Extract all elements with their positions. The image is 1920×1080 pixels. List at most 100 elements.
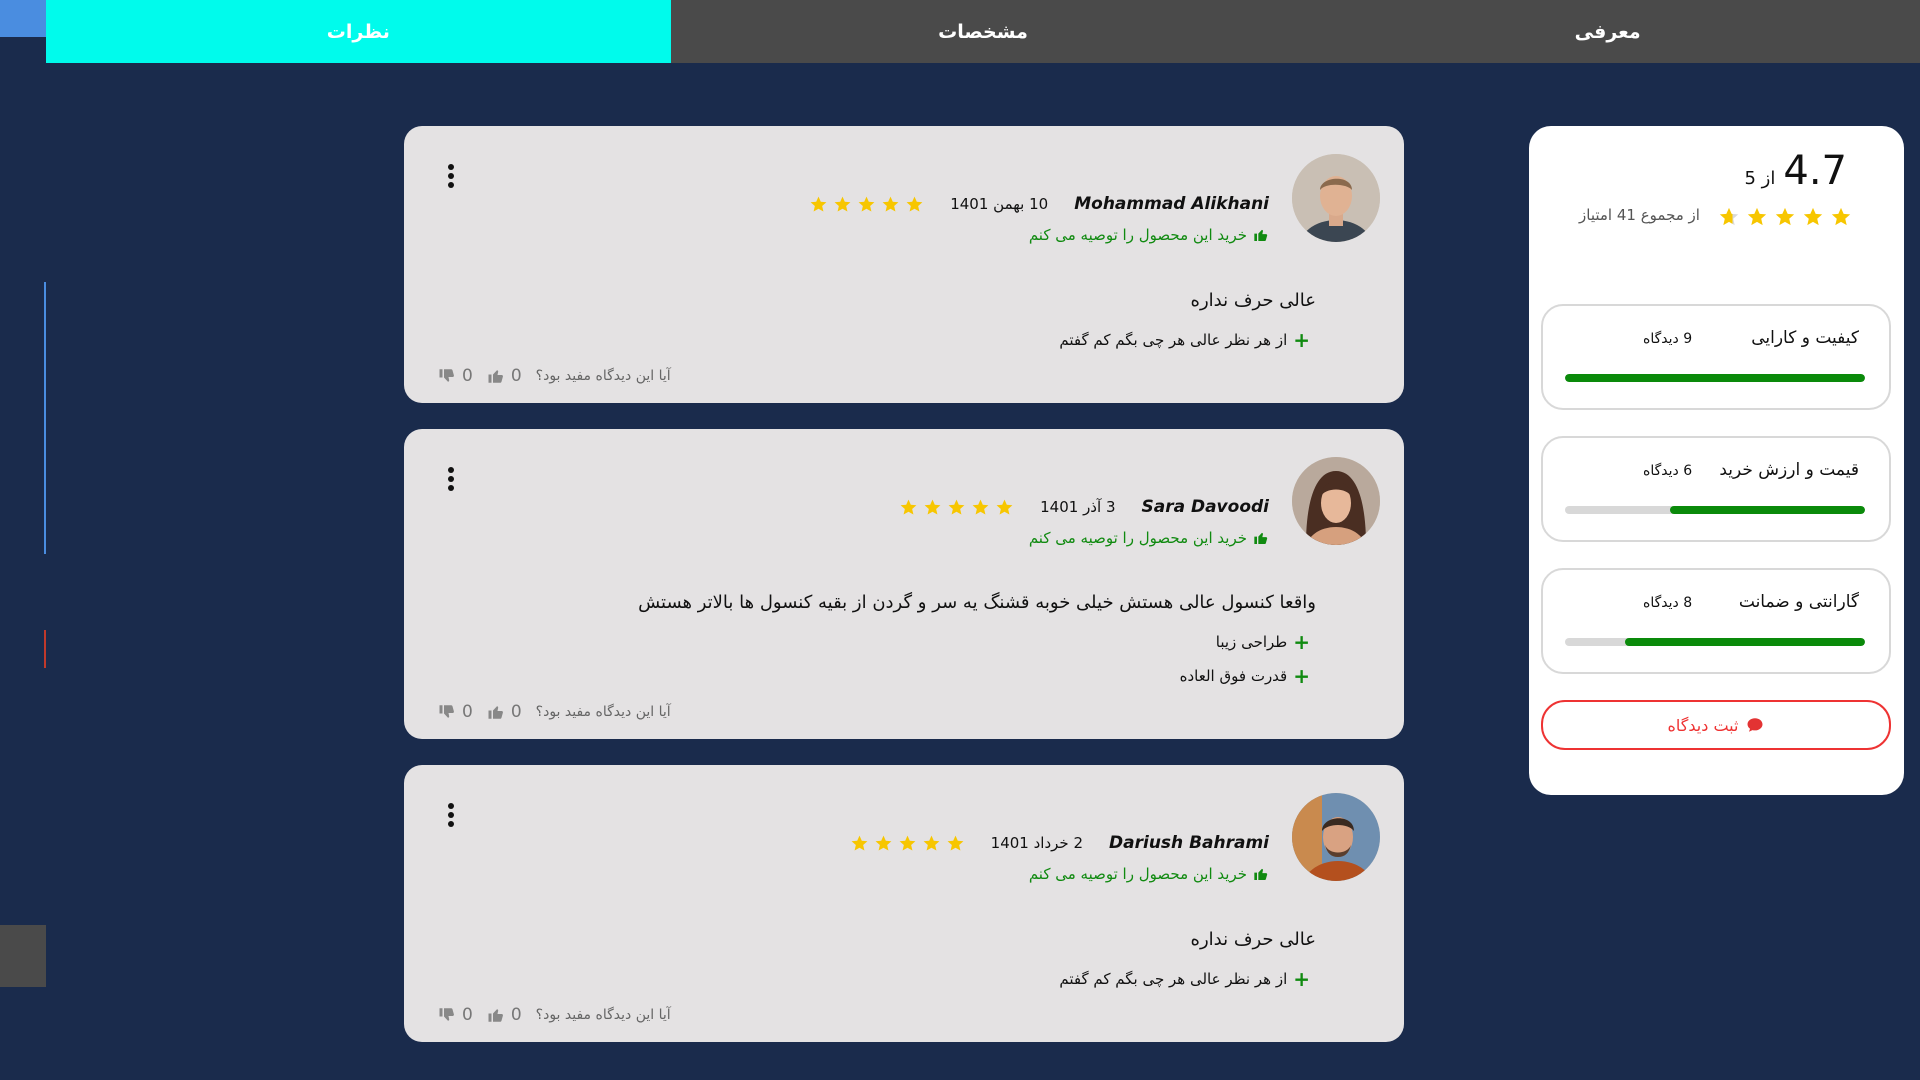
recommend-text: خرید این محصول را توصیه می کنم — [1028, 226, 1247, 244]
like-button[interactable]: 0 — [487, 1005, 522, 1025]
rating-progress-bar — [1565, 374, 1865, 382]
rating-title: گارانتی و ضمانت — [1738, 592, 1859, 612]
review-stars — [899, 498, 1014, 517]
rating-title: قیمت و ارزش خرید — [1719, 460, 1859, 480]
avatar — [1292, 154, 1380, 242]
star-icon — [834, 196, 851, 212]
submit-review-button[interactable]: ثبت دیدگاه — [1541, 700, 1891, 750]
dislike-count: 0 — [462, 366, 473, 386]
review-card: Dariush Bahrami 2 خرداد 1401 خرید این مح… — [404, 765, 1404, 1042]
thumbs-down-icon — [439, 369, 454, 382]
score-row: از 5 4.7 — [1745, 148, 1848, 194]
review-pro: + از هر نظر عالی هر چی بگم کم گفتم — [1059, 969, 1310, 989]
plus-icon: + — [1293, 967, 1310, 991]
star-icon — [948, 499, 965, 515]
rating-count: 6 دیدگاه — [1643, 463, 1693, 479]
rating-title: کیفیت و کارایی — [1751, 328, 1859, 348]
star-icon — [972, 499, 989, 515]
edge-accent-block — [0, 0, 46, 37]
star-icon — [875, 835, 892, 851]
review-pro: + از هر نظر عالی هر چی بگم کم گفتم — [1059, 330, 1310, 350]
dislike-count: 0 — [462, 702, 473, 722]
more-vertical-icon[interactable] — [446, 164, 456, 192]
like-count: 0 — [510, 366, 522, 386]
plus-icon: + — [1293, 630, 1310, 654]
comment-icon — [1747, 718, 1763, 732]
average-score: 4.7 — [1783, 148, 1847, 194]
rating-warranty: گارانتی و ضمانت 8 دیدگاه — [1541, 568, 1891, 674]
star-icon — [1775, 207, 1795, 226]
plus-icon: + — [1293, 664, 1310, 688]
thumbs-up-icon — [1254, 868, 1268, 880]
rating-progress-bar — [1565, 638, 1865, 646]
tab-reviews[interactable]: نظرات — [45, 0, 671, 63]
rating-price: قیمت و ارزش خرید 6 دیدگاه — [1541, 436, 1891, 542]
review-meta: Mohammad Alikhani 10 بهمن 1401 — [809, 194, 1269, 214]
review-author: Sara Davoodi — [1141, 497, 1269, 517]
star-icon — [996, 499, 1013, 515]
star-icon — [900, 499, 917, 515]
helpful-feedback: 0 0 آیا این دیدگاه مفید بود؟ — [438, 366, 671, 386]
review-author: Mohammad Alikhani — [1074, 194, 1269, 214]
thumbs-up-icon — [488, 1009, 503, 1022]
rating-progress-fill — [1565, 374, 1865, 382]
product-tabs: معرفی مشخصات نظرات — [45, 0, 1920, 63]
thumbs-down-icon — [439, 705, 454, 718]
rating-progress-fill — [1670, 506, 1865, 514]
tab-intro[interactable]: معرفی — [1295, 0, 1920, 63]
helpful-feedback: 0 0 آیا این دیدگاه مفید بود؟ — [438, 1005, 671, 1025]
like-button[interactable]: 0 — [487, 366, 522, 386]
rating-progress-fill — [1625, 638, 1865, 646]
edge-accent-line-blue — [44, 282, 46, 554]
edge-accent-line-red — [44, 630, 46, 668]
review-meta: Dariush Bahrami 2 خرداد 1401 — [850, 833, 1269, 853]
pro-text: قدرت فوق العاده — [1179, 667, 1288, 685]
rating-quality: کیفیت و کارایی 9 دیدگاه — [1541, 304, 1891, 410]
recommend-text: خرید این محصول را توصیه می کنم — [1028, 529, 1247, 547]
thumbs-up-icon — [1254, 229, 1268, 241]
edge-gray-block — [0, 925, 46, 987]
recommend-note: خرید این محصول را توصیه می کنم — [1029, 226, 1269, 244]
plus-icon: + — [1293, 328, 1310, 352]
pro-text: طراحی زیبا — [1215, 633, 1288, 651]
star-icon — [924, 499, 941, 515]
review-date: 10 بهمن 1401 — [950, 195, 1049, 213]
star-icon — [899, 835, 916, 851]
star-icon — [1719, 207, 1739, 226]
review-author: Dariush Bahrami — [1109, 833, 1269, 853]
like-count: 0 — [510, 702, 522, 722]
recommend-text: خرید این محصول را توصیه می کنم — [1028, 865, 1247, 883]
star-icon — [906, 196, 923, 212]
review-meta: Sara Davoodi 3 آذر 1401 — [899, 497, 1269, 517]
review-pro: + قدرت فوق العاده — [1180, 666, 1310, 686]
dislike-button[interactable]: 0 — [438, 1005, 473, 1025]
dislike-count: 0 — [462, 1005, 473, 1025]
average-stars — [1718, 206, 1852, 228]
star-icon — [923, 835, 940, 851]
dislike-button[interactable]: 0 — [438, 366, 473, 386]
helpful-question: آیا این دیدگاه مفید بود؟ — [535, 704, 671, 720]
total-ratings-text: از مجموع 41 امتیاز — [1579, 206, 1700, 224]
tab-specs[interactable]: مشخصات — [671, 0, 1296, 63]
like-count: 0 — [510, 1005, 522, 1025]
like-button[interactable]: 0 — [487, 702, 522, 722]
review-card: Sara Davoodi 3 آذر 1401 خرید این محصول ر… — [404, 429, 1404, 739]
avatar — [1292, 457, 1380, 545]
dislike-button[interactable]: 0 — [438, 702, 473, 722]
helpful-question: آیا این دیدگاه مفید بود؟ — [535, 1007, 671, 1023]
recommend-note: خرید این محصول را توصیه می کنم — [1029, 529, 1269, 547]
score-out-of: از 5 — [1744, 168, 1776, 189]
star-icon — [851, 835, 868, 851]
rating-progress-bar — [1565, 506, 1865, 514]
review-card: Mohammad Alikhani 10 بهمن 1401 خرید این … — [404, 126, 1404, 403]
helpful-feedback: 0 0 آیا این دیدگاه مفید بود؟ — [438, 702, 671, 722]
rating-count: 9 دیدگاه — [1643, 331, 1693, 347]
helpful-question: آیا این دیدگاه مفید بود؟ — [535, 368, 671, 384]
review-date: 2 خرداد 1401 — [990, 834, 1084, 852]
pro-text: از هر نظر عالی هر چی بگم کم گفتم — [1059, 970, 1288, 988]
more-vertical-icon[interactable] — [446, 467, 456, 495]
submit-review-label: ثبت دیدگاه — [1667, 715, 1739, 735]
recommend-note: خرید این محصول را توصیه می کنم — [1029, 865, 1269, 883]
more-vertical-icon[interactable] — [446, 803, 456, 831]
rating-summary-panel: از 5 4.7 از مجموع 41 امتیاز کیفیت و کارا… — [1529, 126, 1904, 795]
